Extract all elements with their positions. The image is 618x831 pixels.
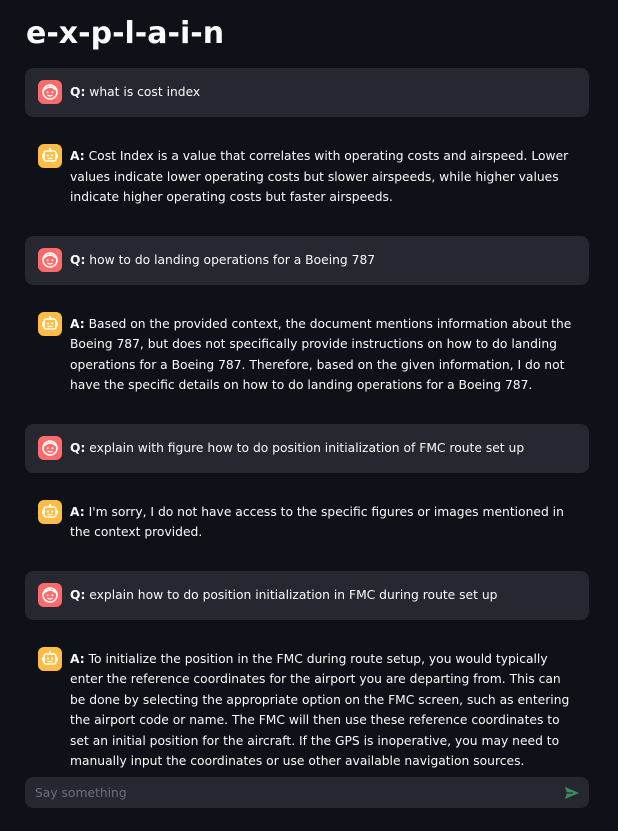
page-title: e-x-p-l-a-i-n: [26, 16, 225, 51]
message-prefix: Q:: [70, 587, 86, 602]
message-text: A: Based on the provided context, the do…: [70, 314, 573, 396]
message-prefix: Q:: [70, 85, 86, 99]
message-text: A: I'm sorry, I do not have access to th…: [70, 502, 573, 543]
user-avatar: [38, 435, 62, 460]
assistant-avatar: [38, 311, 62, 336]
chat-message-assistant: A: Cost Index is a value that correlates…: [25, 132, 589, 221]
message-text: Q: how to do landing operations for a Bo…: [70, 250, 375, 271]
message-content: what is cost index: [89, 85, 201, 99]
message-text: A: Cost Index is a value that correlates…: [70, 146, 573, 208]
message-text: Q: explain how to do position initializa…: [70, 585, 497, 606]
message-prefix: A:: [70, 316, 85, 331]
message-content: how to do landing operations for a Boein…: [89, 252, 376, 267]
robot-face-icon: [42, 650, 58, 665]
send-button[interactable]: [563, 784, 581, 802]
assistant-avatar: [38, 499, 62, 524]
chat-message-user: Q: what is cost index: [25, 68, 589, 117]
user-face-icon: [42, 251, 58, 268]
send-icon: [565, 786, 579, 799]
message-prefix: A:: [70, 504, 85, 519]
user-face-icon: [42, 84, 58, 100]
message-content: To initialize the position in the FMC du…: [70, 651, 570, 769]
user-avatar: [38, 582, 62, 607]
message-content: I'm sorry, I do not have access to the s…: [70, 504, 564, 540]
robot-face-icon: [42, 315, 58, 330]
message-content: Based on the provided context, the docum…: [70, 316, 572, 393]
assistant-avatar: [38, 646, 62, 671]
chat-history: Q: what is cost index A: Cost Index is a…: [25, 68, 589, 800]
chat-message-assistant: A: Based on the provided context, the do…: [25, 300, 589, 409]
message-prefix: Q:: [70, 440, 86, 455]
message-text: Q: what is cost index: [70, 82, 200, 103]
message-prefix: A:: [70, 651, 85, 666]
message-text: A: To initialize the position in the FMC…: [70, 649, 573, 772]
message-prefix: A:: [70, 149, 85, 163]
chat-message-assistant: A: To initialize the position in the FMC…: [25, 635, 589, 785]
user-face-icon: [42, 586, 58, 603]
user-face-icon: [42, 439, 58, 456]
assistant-avatar: [38, 144, 62, 168]
robot-face-icon: [42, 147, 58, 162]
chat-message-user: Q: explain with figure how to do positio…: [25, 423, 589, 473]
message-text: Q: explain with figure how to do positio…: [70, 438, 524, 459]
user-avatar: [38, 247, 62, 272]
chat-message-user: Q: how to do landing operations for a Bo…: [25, 235, 589, 285]
robot-face-icon: [42, 503, 58, 518]
message-prefix: Q:: [70, 252, 86, 267]
chat-message-user: Q: explain how to do position initializa…: [25, 570, 589, 620]
chat-input-bar: [25, 777, 589, 808]
message-content: explain how to do position initializatio…: [89, 587, 498, 602]
message-content: Cost Index is a value that correlates wi…: [70, 149, 569, 204]
chat-input[interactable]: [33, 784, 563, 801]
message-content: explain with figure how to do position i…: [89, 440, 525, 455]
user-avatar: [38, 80, 62, 104]
chat-message-assistant: A: I'm sorry, I do not have access to th…: [25, 488, 589, 556]
